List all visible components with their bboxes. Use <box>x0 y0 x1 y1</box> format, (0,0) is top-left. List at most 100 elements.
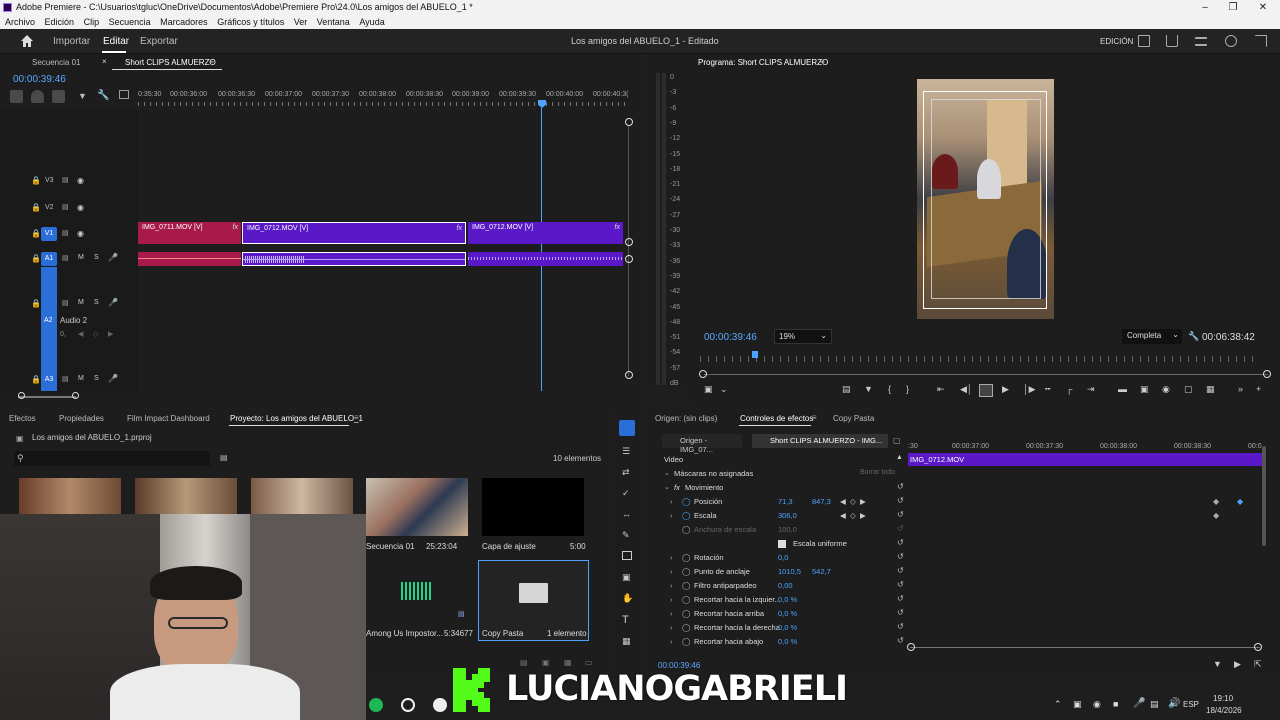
rectangle-icon[interactable] <box>622 551 632 560</box>
track-label-a3[interactable]: A3 <box>41 373 57 387</box>
scrubber-playhead[interactable] <box>752 351 758 358</box>
effect-value-1[interactable]: 0,0 % <box>778 623 797 632</box>
mark-out-icon[interactable]: } <box>906 384 909 394</box>
hand-icon[interactable]: ✋ <box>622 593 633 604</box>
insert-icon[interactable]: ╍ <box>1045 384 1050 395</box>
sync-lock-icon[interactable]: ▤ <box>62 375 69 383</box>
tab-close-icon[interactable]: × <box>102 57 107 66</box>
chevron-right-icon[interactable]: › <box>670 497 673 506</box>
menu-ventana[interactable]: Ventana <box>317 17 350 27</box>
effects-scrollbar[interactable] <box>1262 446 1266 546</box>
scroll-handle-bottom[interactable] <box>625 371 633 379</box>
reset-icon[interactable]: ↺ <box>897 538 904 547</box>
timeline-timecode[interactable]: 00:00:39:46 <box>13 74 66 85</box>
chevron-right-icon[interactable]: › <box>670 595 673 604</box>
reset-icon[interactable]: ↺ <box>897 524 904 533</box>
step-back-icon[interactable]: ◀│ <box>960 384 973 395</box>
reset-icon[interactable]: ↺ <box>897 594 904 603</box>
menu-graficos[interactable]: Gráficos y títulos <box>217 17 284 27</box>
snap-magnet-icon[interactable] <box>31 90 44 103</box>
eye-icon[interactable]: ◉ <box>77 229 84 238</box>
tab-menu-icon[interactable]: ≡ <box>354 413 359 422</box>
effect-value-1[interactable]: 71,3 <box>778 497 793 506</box>
scrubber-handle-left[interactable] <box>699 370 707 378</box>
lock-icon[interactable]: 🔒 <box>31 299 41 308</box>
trash-icon[interactable]: ▭ <box>585 658 593 667</box>
reset-icon[interactable]: ↺ <box>897 552 904 561</box>
captions-tool-icon[interactable]: ▦ <box>622 636 631 647</box>
scroll-handle-audio[interactable] <box>625 255 633 263</box>
mute-button[interactable]: M <box>78 299 84 306</box>
track-label-v1[interactable]: V1 <box>41 227 57 241</box>
workspace-label[interactable]: EDICIÓN <box>1100 37 1133 46</box>
razor-icon[interactable]: ✓ <box>622 488 630 499</box>
camera-tray-icon[interactable]: ▣ <box>1073 699 1082 710</box>
keyframe-prev-icon[interactable]: ◀ <box>840 511 846 520</box>
volume-level[interactable]: 0, <box>60 331 66 338</box>
microphone-tray-icon[interactable]: 🎤 <box>1133 698 1145 709</box>
network-icon[interactable]: ▤ <box>1150 699 1159 710</box>
keyframe-icon[interactable]: ◆ <box>1213 511 1219 520</box>
vr-icon[interactable]: ▢ <box>1184 384 1193 395</box>
filter-icon[interactable]: ▼ <box>1213 659 1222 669</box>
microphone-icon[interactable]: 🎤 <box>108 298 118 307</box>
chevron-right-icon[interactable]: › <box>670 553 673 562</box>
nav-editar[interactable]: Editar <box>103 36 129 47</box>
microphone-icon[interactable]: 🎤 <box>108 374 118 383</box>
reset-icon[interactable]: ↺ <box>897 608 904 617</box>
eye-icon[interactable]: ◉ <box>77 176 84 185</box>
chevron-right-icon[interactable]: › <box>670 581 673 590</box>
clip-img-0711-video[interactable]: IMG_0711.MOV [V] fx <box>138 222 241 244</box>
clip-img-0712-video-selected[interactable]: IMG_0712.MOV [V] fx <box>242 222 466 244</box>
sync-lock-icon[interactable]: ▤ <box>62 203 69 211</box>
reset-icon[interactable]: ↺ <box>897 622 904 631</box>
lift-icon[interactable]: ▤ <box>842 384 851 395</box>
chevron-right-icon[interactable]: › <box>670 567 673 576</box>
menu-secuencia[interactable]: Secuencia <box>109 17 151 27</box>
effect-value-2[interactable]: 542,7 <box>812 567 831 576</box>
minimize-button[interactable]: – <box>1190 0 1220 15</box>
effect-ruler[interactable]: :30 00:00:37:00 00:00:37:30 00:00:38:00 … <box>908 440 1278 452</box>
tab-controles-efectos[interactable]: Controles de efectos <box>740 414 813 423</box>
solo-button[interactable]: S <box>94 375 99 382</box>
reset-icon[interactable]: ↺ <box>897 636 904 645</box>
input-language[interactable]: ESP <box>1183 700 1199 709</box>
ripple-edit-icon[interactable]: ⇄ <box>622 467 630 478</box>
clip-img-0712-audio[interactable] <box>468 252 623 266</box>
extract-icon[interactable]: ▣ <box>1140 384 1149 395</box>
restore-button[interactable]: ❐ <box>1218 0 1248 15</box>
stopwatch-icon[interactable]: ◯ <box>682 623 690 632</box>
nav-importar[interactable]: Importar <box>53 36 90 47</box>
program-title[interactable]: Programa: Short CLIPS ALMUERZO <box>698 58 828 67</box>
keyframe-add-icon[interactable]: ◇ <box>850 497 856 506</box>
scroll-handle-mid[interactable] <box>625 238 633 246</box>
chevron-down-icon[interactable]: ⌄ <box>720 384 728 395</box>
clock-time[interactable]: 19:10 <box>1213 694 1233 703</box>
share-icon[interactable] <box>1166 35 1178 47</box>
keyframe-icon[interactable]: ◆ <box>1213 497 1219 506</box>
project-search-input[interactable]: ⚲ <box>14 451 210 466</box>
keyframe-prev-icon[interactable]: ◀ <box>840 497 846 506</box>
subtab-sequence[interactable]: Short CLIPS ALMUERZO - IMG... <box>752 434 888 448</box>
menu-ayuda[interactable]: Ayuda <box>359 17 384 27</box>
clock-date[interactable]: 18/4/2026 <box>1206 706 1242 715</box>
go-to-in-icon[interactable]: ⇤ <box>937 384 945 395</box>
chevron-right-icon[interactable]: › <box>670 637 673 646</box>
type-icon[interactable]: T <box>622 614 629 626</box>
effect-value-1[interactable]: 0,0 % <box>778 637 797 646</box>
toggle-timeline-icon[interactable]: ▢ <box>893 436 901 445</box>
pen-icon[interactable]: ✎ <box>622 530 630 541</box>
sync-lock-icon[interactable]: ▤ <box>62 299 69 307</box>
collapse-icon[interactable]: ▲ <box>896 454 903 461</box>
headset-icon[interactable]: ◉ <box>1093 699 1101 710</box>
effect-value-1[interactable]: 100,0 <box>778 525 797 534</box>
menu-ver[interactable]: Ver <box>294 17 308 27</box>
play-icon[interactable]: ▶ <box>1002 384 1009 395</box>
vertical-scrollbar[interactable] <box>628 126 629 376</box>
list-view-icon[interactable]: ▤ <box>520 658 528 667</box>
spotify-icon[interactable] <box>369 698 383 712</box>
chevron-down-icon[interactable]: ⌄ <box>664 469 670 477</box>
mute-button[interactable]: M <box>78 375 84 382</box>
chevron-down-icon[interactable]: ⌄ <box>664 483 670 491</box>
stopwatch-icon[interactable]: ◯ <box>682 637 690 646</box>
